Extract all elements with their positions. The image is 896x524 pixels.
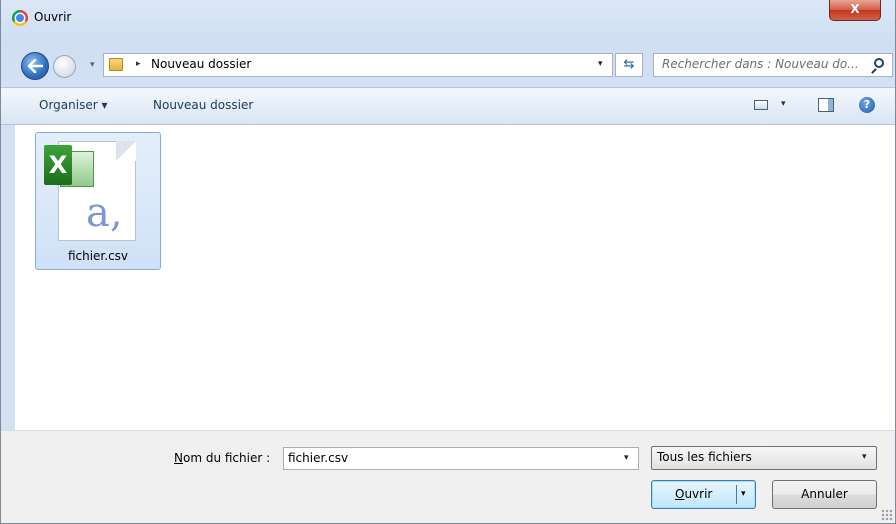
open-button-label: Ouvrir bbox=[675, 487, 712, 501]
page-fold-icon bbox=[116, 141, 136, 161]
file-preview-letter: a, bbox=[86, 190, 123, 236]
filename-label: Nom du fichier : bbox=[174, 451, 270, 465]
close-button[interactable]: X bbox=[829, 0, 881, 21]
open-options-dropdown-icon[interactable]: ▾ bbox=[741, 489, 746, 499]
dialog-footer: Nom du fichier : fichier.csv ▾ Tous les … bbox=[1, 430, 895, 523]
excel-csv-file-icon: X bbox=[44, 145, 94, 191]
file-item[interactable]: a, X fichier.csv bbox=[35, 132, 161, 270]
history-dropdown-icon[interactable]: ▾ bbox=[90, 60, 100, 70]
forward-button[interactable] bbox=[53, 55, 76, 78]
file-type-select[interactable]: Tous les fichiers ▾ bbox=[651, 446, 877, 470]
split-button-divider bbox=[736, 485, 737, 504]
file-name: fichier.csv bbox=[67, 249, 129, 263]
preview-pane-icon[interactable] bbox=[818, 98, 834, 112]
change-view-icon[interactable] bbox=[754, 100, 768, 110]
back-button[interactable] bbox=[21, 52, 49, 80]
window-title: Ouvrir bbox=[34, 10, 72, 24]
folder-icon bbox=[109, 58, 123, 71]
file-type-value: Tous les fichiers bbox=[657, 450, 752, 464]
address-dropdown-icon[interactable]: ▾ bbox=[598, 59, 603, 69]
new-folder-button[interactable]: Nouveau dossier bbox=[153, 98, 253, 112]
open-label-text: uvrir bbox=[684, 487, 713, 501]
filename-label-text: om du fichier : bbox=[182, 451, 271, 465]
filename-label-accel: N bbox=[174, 451, 183, 465]
filename-combobox[interactable]: fichier.csv ▾ bbox=[283, 447, 639, 470]
address-bar[interactable]: ▸ Nouveau dossier ▾ bbox=[103, 53, 613, 77]
filename-input[interactable]: fichier.csv bbox=[288, 451, 348, 465]
command-toolbar: Organiser ▾ Nouveau dossier ▾ ? bbox=[1, 87, 895, 125]
open-button[interactable]: Ouvrir ▾ bbox=[651, 480, 756, 509]
file-type-dropdown-icon[interactable]: ▾ bbox=[862, 452, 867, 462]
open-file-dialog: Ouvrir X ▾ ▸ Nouveau dossier ▾ ⇆ Recherc… bbox=[0, 0, 896, 524]
breadcrumb-separator-icon[interactable]: ▸ bbox=[136, 59, 141, 69]
file-list-area[interactable]: a, X fichier.csv bbox=[15, 125, 895, 430]
chrome-app-icon bbox=[12, 10, 28, 26]
cancel-button[interactable]: Annuler bbox=[772, 480, 877, 509]
navigation-bar: ▾ ▸ Nouveau dossier ▾ ⇆ Rechercher dans … bbox=[1, 48, 895, 84]
help-icon[interactable]: ? bbox=[859, 97, 875, 113]
excel-x-icon: X bbox=[44, 145, 72, 185]
refresh-button[interactable]: ⇆ bbox=[615, 53, 643, 77]
breadcrumb-current-folder[interactable]: Nouveau dossier bbox=[151, 57, 251, 71]
filename-dropdown-icon[interactable]: ▾ bbox=[624, 453, 629, 463]
search-placeholder: Rechercher dans : Nouveau do... bbox=[662, 57, 859, 71]
organize-menu-button[interactable]: Organiser ▾ bbox=[39, 98, 107, 112]
search-box[interactable]: Rechercher dans : Nouveau do... bbox=[653, 53, 893, 77]
resize-grip-icon[interactable] bbox=[881, 509, 893, 521]
arrow-left-icon bbox=[28, 59, 43, 73]
search-icon[interactable] bbox=[874, 58, 884, 68]
view-options-dropdown-icon[interactable]: ▾ bbox=[781, 99, 786, 109]
title-bar[interactable]: Ouvrir X bbox=[1, 0, 895, 38]
